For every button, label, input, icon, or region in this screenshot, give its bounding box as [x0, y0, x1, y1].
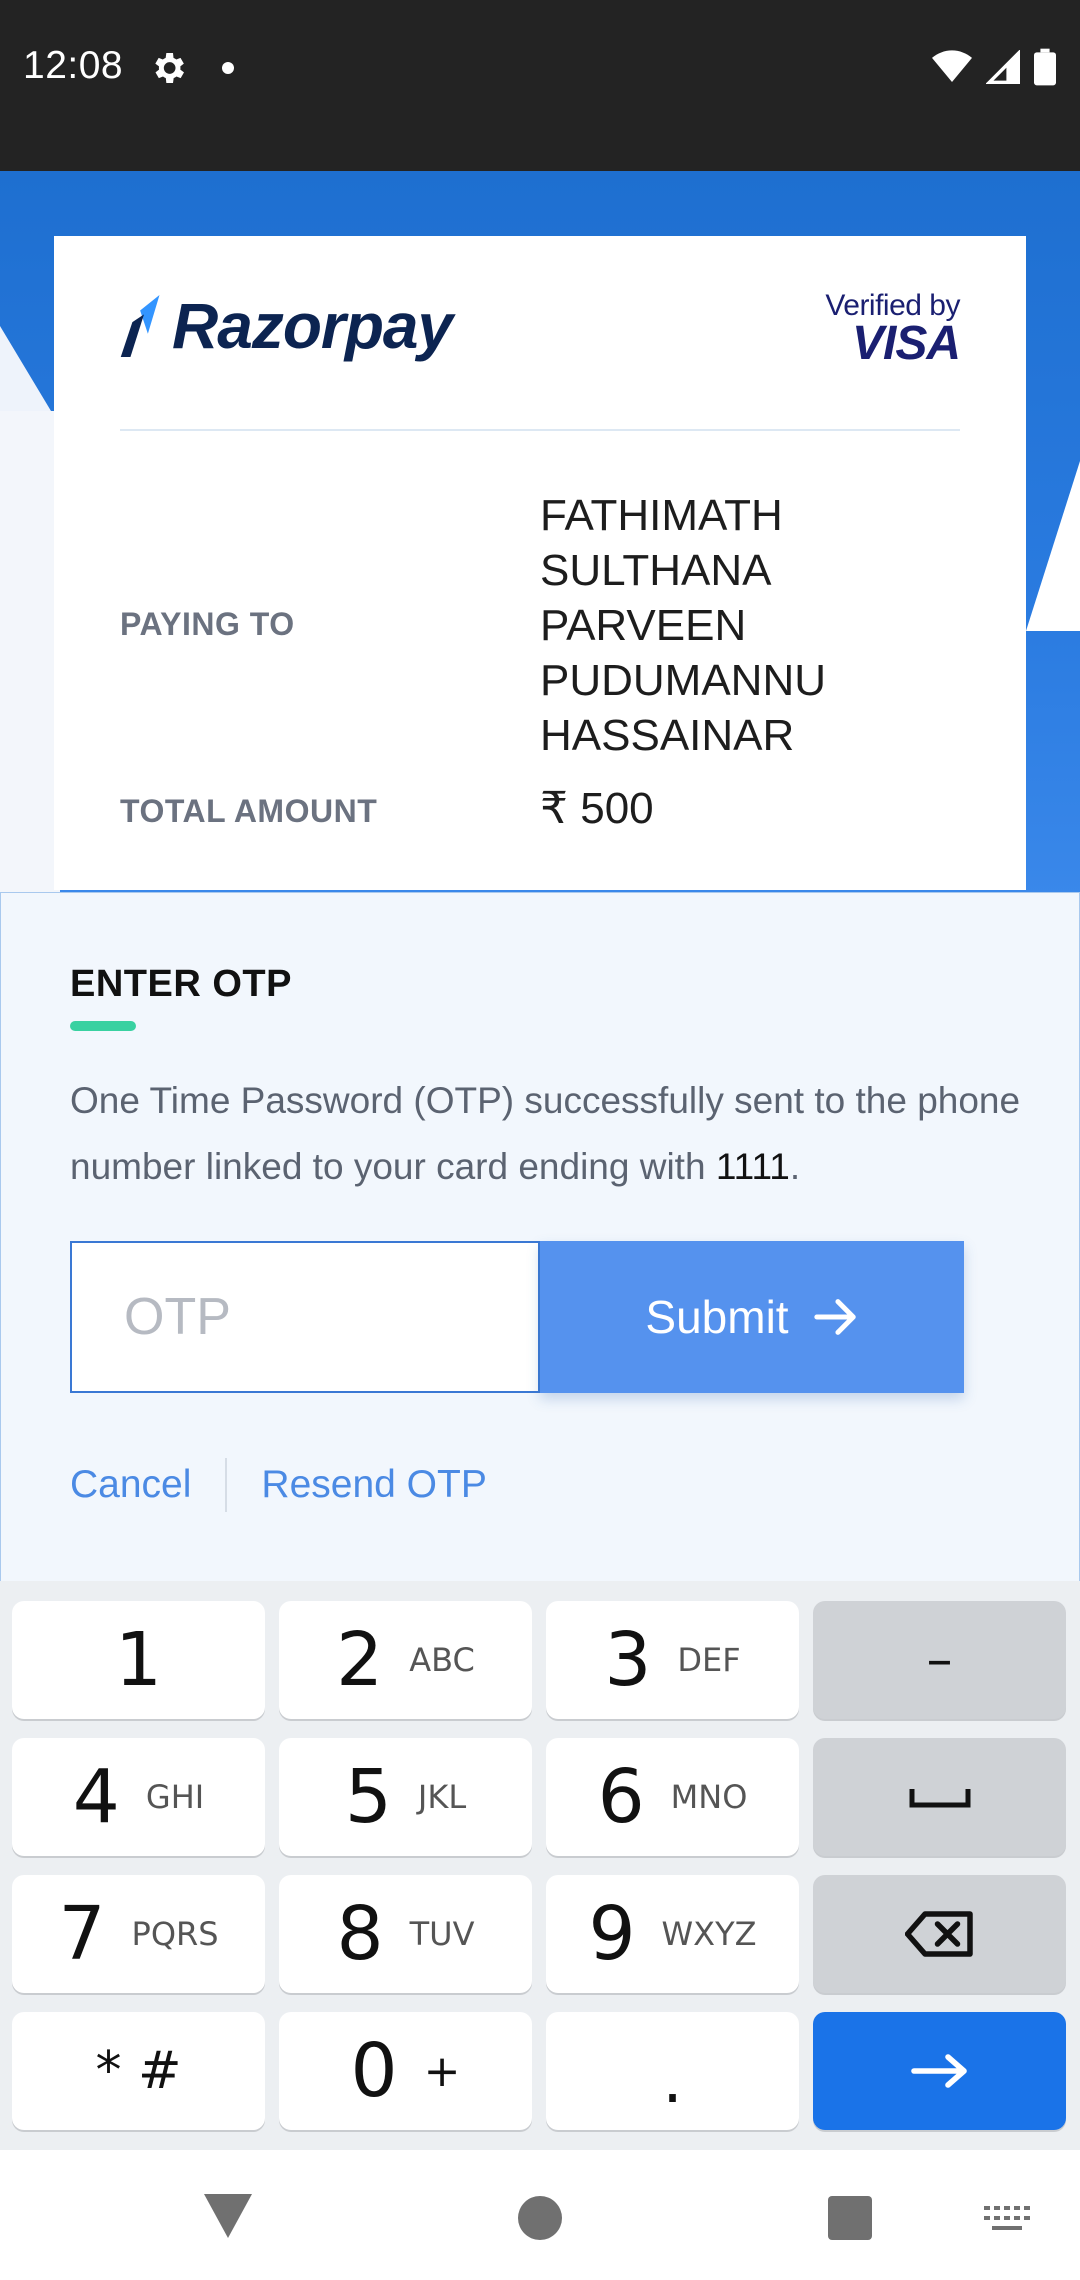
links-separator [225, 1458, 228, 1512]
total-amount-label: TOTAL AMOUNT [120, 793, 378, 829]
key-6[interactable]: 6 MNO [546, 1738, 799, 1856]
otp-title-underline [70, 1021, 136, 1031]
total-amount-value: ₹ 500 [540, 784, 654, 833]
status-right-icons [932, 46, 1056, 88]
wifi-icon [932, 50, 972, 82]
card-divider [120, 429, 960, 431]
razorpay-logo: Razorpay [120, 290, 453, 362]
key-9[interactable]: 9 WXYZ [546, 1875, 799, 1993]
razorpay-wordmark: Razorpay [172, 290, 453, 362]
badge-line-2: VISA [851, 317, 961, 370]
key-main: – [926, 1630, 953, 1690]
otp-input[interactable]: OTP [70, 1241, 540, 1393]
key-main: 7 [58, 1891, 106, 1977]
hero-left-fill [0, 411, 60, 901]
razorpay-mark-icon [120, 295, 160, 357]
status-time: 12:08 [23, 44, 124, 87]
battery-icon [1034, 48, 1056, 86]
otp-actions: Cancel Resend OTP [70, 1458, 487, 1512]
key-main: 1 [114, 1617, 163, 1703]
key-2[interactable]: 2 ABC [279, 1601, 532, 1719]
key-1[interactable]: 1 [12, 1601, 265, 1719]
key-4[interactable]: 4 GHI [12, 1738, 265, 1856]
otp-message-suffix: . [789, 1146, 801, 1187]
key-minus[interactable]: – [813, 1601, 1066, 1719]
arrow-right-icon [910, 2054, 967, 2088]
key-backspace[interactable] [813, 1875, 1066, 1993]
notification-dot-icon [222, 62, 234, 74]
key-main: 0 [350, 2028, 398, 2114]
system-nav-bar [0, 2150, 1080, 2280]
key-go[interactable] [813, 2012, 1066, 2130]
key-main: 5 [344, 1754, 392, 1840]
back-icon[interactable] [204, 2194, 252, 2238]
key-sub: TUV [409, 1915, 475, 1953]
otp-input-placeholder: OTP [124, 1288, 231, 1346]
arrow-right-icon [813, 1299, 856, 1335]
key-sub: JKL [417, 1778, 467, 1816]
space-icon [909, 1789, 970, 1808]
home-icon[interactable] [518, 2196, 562, 2240]
otp-message: One Time Password (OTP) successfully sen… [70, 1068, 1030, 1200]
key-main: 3 [604, 1617, 652, 1703]
paying-to-label: PAYING TO [120, 606, 295, 642]
cancel-link[interactable]: Cancel [70, 1463, 191, 1507]
backspace-icon [904, 1911, 973, 1957]
paying-to-value: FATHIMATH SULTHANA PARVEEN PUDUMANNU HAS… [540, 488, 826, 763]
key-main: 6 [597, 1754, 645, 1840]
card-last-digits: 1111 [715, 1146, 790, 1187]
key-0[interactable]: 0 + [279, 2012, 532, 2130]
key-dot[interactable]: . [546, 2012, 799, 2130]
key-main: . [662, 2044, 683, 2118]
key-sub: ABC [409, 1641, 475, 1679]
otp-panel: ENTER OTP One Time Password (OTP) succes… [0, 892, 1080, 1582]
payee-name-line: HASSAINAR [540, 711, 795, 760]
hero-right-fill [1026, 461, 1080, 631]
signal-icon [986, 50, 1020, 84]
key-sub: + [423, 2045, 461, 2097]
payment-card: Razorpay Verified by VISA PAYING TO FATH… [54, 236, 1026, 890]
key-main: 4 [72, 1754, 120, 1840]
otp-title: ENTER OTP [70, 963, 292, 1005]
payee-name-line: PUDUMANNU [540, 656, 826, 705]
key-star-hash[interactable]: * # [12, 2012, 265, 2130]
keyboard-switch-icon[interactable] [984, 2206, 1030, 2232]
numeric-keyboard: 1 2 ABC 3 DEF – 4 GHI 5 JKL 6 MNO 7 PQRS… [0, 1581, 1080, 2150]
key-sub: WXYZ [661, 1915, 757, 1953]
key-sub: GHI [145, 1778, 205, 1816]
key-5[interactable]: 5 JKL [279, 1738, 532, 1856]
verified-by-visa-badge: Verified by VISA [825, 290, 961, 370]
key-8[interactable]: 8 TUV [279, 1875, 532, 1993]
submit-button[interactable]: Submit [540, 1241, 964, 1393]
key-sub: MNO [670, 1778, 748, 1816]
key-3[interactable]: 3 DEF [546, 1601, 799, 1719]
key-main: 8 [336, 1891, 384, 1977]
payee-name-line: PARVEEN [540, 601, 747, 650]
key-main: 2 [336, 1617, 384, 1703]
payee-name-line: SULTHANA [540, 546, 772, 595]
status-bar: 12:08 [0, 0, 1080, 171]
key-sub: PQRS [131, 1915, 219, 1953]
key-sub: DEF [677, 1641, 741, 1679]
recents-icon[interactable] [828, 2196, 872, 2240]
settings-icon [155, 53, 184, 83]
key-main: * # [95, 2041, 182, 2101]
key-main: 9 [588, 1891, 636, 1977]
key-space[interactable] [813, 1738, 1066, 1856]
submit-label: Submit [645, 1291, 789, 1343]
payee-name-line: FATHIMATH [540, 491, 783, 540]
otp-message-text: One Time Password (OTP) successfully sen… [70, 1080, 1021, 1187]
key-7[interactable]: 7 PQRS [12, 1875, 265, 1993]
resend-otp-link[interactable]: Resend OTP [261, 1463, 486, 1507]
